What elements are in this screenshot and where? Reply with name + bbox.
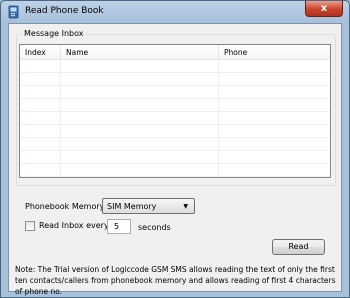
dialog-body: Message Inbox Index Name Phone Phonebook… (8, 23, 342, 296)
list-row (20, 60, 330, 73)
list-row (20, 73, 330, 86)
column-header-name[interactable]: Name (61, 45, 219, 60)
list-row (20, 112, 330, 125)
inbox-list[interactable]: Index Name Phone (19, 44, 331, 178)
list-row (20, 99, 330, 112)
interval-input[interactable]: 5 (107, 219, 131, 234)
list-rows (20, 60, 330, 177)
list-row (20, 138, 330, 151)
list-row (20, 125, 330, 138)
read-phone-book-window: Read Phone Book x Message Inbox Index Na… (0, 0, 350, 298)
phone-book-icon (8, 5, 19, 19)
column-header-index[interactable]: Index (20, 45, 61, 60)
group-label: Message Inbox (22, 29, 86, 38)
list-row (20, 151, 330, 164)
window-title: Read Phone Book (25, 6, 104, 16)
read-inbox-label[interactable]: Read Inbox every (39, 221, 109, 230)
phonebook-memory-select[interactable]: SIM Memory ▼ (102, 198, 195, 214)
read-inbox-checkbox[interactable] (25, 221, 35, 231)
interval-unit-label: seconds (138, 223, 171, 232)
chevron-down-icon: ▼ (183, 203, 188, 210)
title-bar[interactable]: Read Phone Book x (1, 1, 349, 23)
read-button[interactable]: Read (272, 239, 325, 255)
list-row (20, 164, 330, 177)
close-icon: x (320, 3, 328, 14)
column-header-phone[interactable]: Phone (219, 45, 330, 60)
list-row (20, 86, 330, 99)
close-button[interactable]: x (305, 1, 343, 17)
phonebook-memory-value: SIM Memory (107, 202, 157, 211)
list-header: Index Name Phone (20, 45, 330, 60)
trial-note: Note: The Trial version of Logiccode GSM… (15, 265, 336, 296)
phonebook-memory-label: Phonebook Memory: (25, 202, 107, 211)
